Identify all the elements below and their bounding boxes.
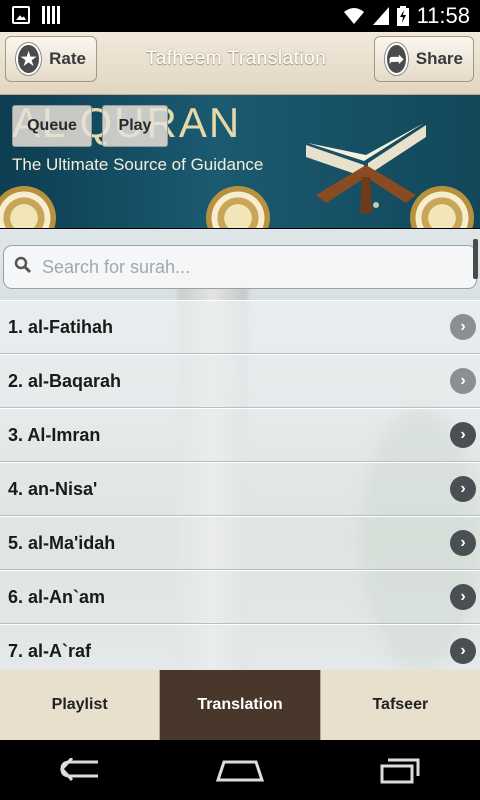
surah-list-item[interactable]: 2. al-Baqarah › bbox=[0, 354, 480, 408]
tab-translation[interactable]: Translation bbox=[160, 670, 321, 740]
play-button[interactable]: Play bbox=[102, 105, 168, 147]
back-arrow-icon bbox=[59, 758, 98, 782]
system-icons: 11:58 bbox=[343, 3, 470, 29]
wifi-icon bbox=[343, 7, 365, 25]
action-bar: ★ Rate Tafheem Translation ➦ Share bbox=[0, 32, 480, 95]
tab-playlist[interactable]: Playlist bbox=[0, 670, 161, 740]
surah-name: 7. al-A`raf bbox=[8, 640, 92, 661]
chevron-right-icon: › bbox=[450, 314, 476, 340]
tab-tafseer[interactable]: Tafseer bbox=[321, 670, 480, 740]
ornament-rosette bbox=[206, 186, 270, 228]
banner-tagline: The Ultimate Source of Guidance bbox=[12, 155, 264, 174]
rate-button[interactable]: ★ Rate bbox=[5, 36, 97, 82]
bottom-tab-bar: Playlist Translation Tafseer bbox=[0, 670, 480, 740]
surah-list-item[interactable]: 4. an-Nisa' › bbox=[0, 462, 480, 516]
recent-apps-icon bbox=[380, 758, 420, 784]
chevron-right-icon: › bbox=[450, 530, 476, 556]
ornament-rosette bbox=[0, 186, 56, 228]
surah-search-bar[interactable] bbox=[3, 245, 477, 289]
status-bar: 11:58 bbox=[0, 0, 480, 32]
surah-list-item[interactable]: 3. Al-Imran › bbox=[0, 408, 480, 462]
surah-name: 6. al-An`am bbox=[8, 586, 106, 607]
chevron-right-icon: › bbox=[450, 638, 476, 664]
queue-button[interactable]: Queue bbox=[12, 105, 92, 147]
share-label: Share bbox=[415, 49, 463, 68]
chevron-right-icon: › bbox=[450, 476, 476, 502]
rate-label: Rate bbox=[49, 49, 86, 68]
surah-list-item[interactable]: 6. al-An`am › bbox=[0, 570, 480, 624]
surah-name: 3. Al-Imran bbox=[8, 424, 101, 445]
page-title: Tafheem Translation bbox=[145, 48, 327, 69]
chevron-right-icon: › bbox=[450, 422, 476, 448]
star-icon: ★ bbox=[16, 43, 42, 75]
home-button[interactable] bbox=[200, 750, 280, 790]
barcode-notification-icon bbox=[42, 6, 60, 24]
surah-name: 5. al-Ma'idah bbox=[8, 532, 116, 553]
surah-list-panel: 1. al-Fatihah › 2. al-Baqarah › 3. Al-Im… bbox=[0, 229, 480, 670]
quran-banner: AL QURAN The Ultimate Source of Guidance… bbox=[0, 95, 480, 228]
recent-apps-button[interactable] bbox=[360, 750, 440, 790]
share-icon: ➦ bbox=[385, 43, 408, 75]
search-icon bbox=[14, 256, 32, 279]
surah-list-item[interactable]: 5. al-Ma'idah › bbox=[0, 516, 480, 570]
system-navigation-bar bbox=[0, 740, 480, 800]
surah-name: 2. al-Baqarah bbox=[8, 370, 122, 391]
surah-name: 1. al-Fatihah bbox=[8, 316, 114, 337]
back-button[interactable] bbox=[40, 750, 120, 790]
chevron-right-icon: › bbox=[450, 368, 476, 394]
image-notification-icon bbox=[12, 6, 30, 24]
notification-icons bbox=[12, 6, 60, 24]
search-input[interactable] bbox=[40, 255, 444, 279]
battery-charging-icon bbox=[396, 6, 409, 26]
chevron-right-icon: › bbox=[450, 584, 476, 610]
surah-list-item[interactable]: 1. al-Fatihah › bbox=[0, 300, 480, 354]
surah-list-item[interactable]: 7. al-A`raf › bbox=[0, 624, 480, 670]
signal-icon bbox=[372, 7, 389, 25]
clock: 11:58 bbox=[416, 3, 470, 28]
home-icon bbox=[216, 760, 264, 782]
share-button[interactable]: ➦ Share bbox=[374, 36, 474, 82]
surah-name: 4. an-Nisa' bbox=[8, 478, 98, 499]
scrollbar[interactable] bbox=[473, 239, 478, 279]
